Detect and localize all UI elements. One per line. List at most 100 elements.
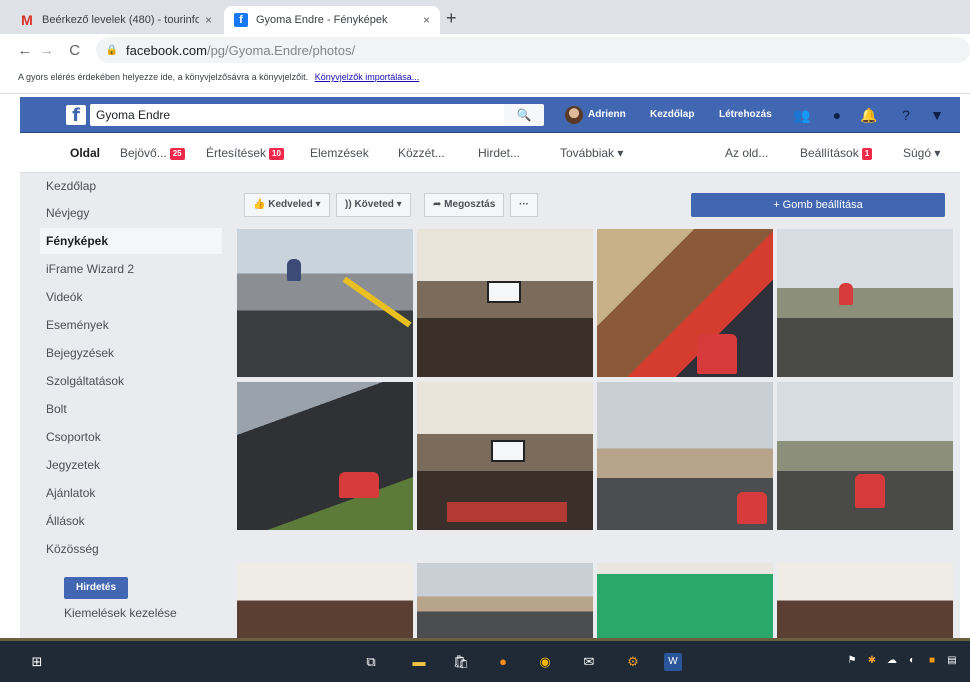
photo-green-tshirts[interactable] — [597, 563, 773, 638]
sidebar-item-photos[interactable]: Fényképek — [40, 228, 222, 254]
notifications-bell-icon[interactable]: 🔔 — [860, 106, 878, 124]
tab-page[interactable]: Oldal — [70, 133, 100, 173]
photo-road-cyclists[interactable] — [237, 382, 413, 530]
tab-ads[interactable]: Hirdet... — [478, 133, 520, 173]
follow-button[interactable]: )) Követed ▾ — [336, 193, 411, 217]
url-input[interactable]: 🔒 facebook.com /pg/Gyoma.Endre/photos/ — [95, 37, 970, 63]
photo-hall-event[interactable] — [237, 563, 413, 638]
back-arrow-icon[interactable]: ← — [14, 42, 36, 59]
photo-figure — [287, 259, 301, 281]
friends-icon[interactable]: 👥 — [793, 106, 811, 124]
account-menu-chevron-icon[interactable]: ▼ — [928, 106, 946, 124]
settings-icon[interactable]: ⚙ — [624, 653, 642, 671]
share-button[interactable]: ➦ Megosztás — [424, 193, 505, 217]
facebook-icon: f — [234, 13, 248, 27]
tab-publishing[interactable]: Közzét... — [398, 133, 445, 173]
photo-art-workshop[interactable] — [597, 229, 773, 377]
messenger-icon[interactable]: ● — [828, 106, 846, 124]
address-bar-row: ← → C 🔒 facebook.com /pg/Gyoma.Endre/pho… — [0, 34, 970, 66]
help-icon[interactable]: ? — [897, 106, 915, 124]
sidebar-item-posts[interactable]: Bejegyzések — [40, 340, 222, 366]
add-button-cta[interactable]: + Gomb beállítása — [691, 193, 945, 217]
gmail-icon: M — [21, 12, 33, 28]
facebook-logo-icon[interactable]: f — [66, 105, 86, 126]
word-icon[interactable]: W — [664, 653, 682, 671]
photo-lecture-hall[interactable] — [417, 229, 593, 377]
facebook-header: f Gyoma Endre 🔍 Adrienn Kezdőlap Létreho… — [20, 97, 960, 133]
close-tab-icon[interactable]: × — [205, 13, 212, 27]
forward-arrow-icon[interactable]: → — [36, 42, 58, 59]
photo-hall-audience[interactable] — [417, 382, 593, 530]
tray-cloud-icon[interactable]: ☁ — [886, 655, 898, 667]
photo-figure — [737, 492, 767, 524]
url-host: facebook.com — [126, 42, 207, 58]
like-button[interactable]: 👍 Kedveled ▾ — [244, 193, 330, 217]
profile-link[interactable]: Adrienn — [588, 97, 626, 133]
tab-more[interactable]: Továbbiak ▾ — [560, 133, 623, 173]
browser-tab-strip: M Beérkező levelek (480) - tourinfo × f … — [0, 0, 970, 34]
url-path: /pg/Gyoma.Endre/photos/ — [206, 42, 356, 58]
photo-chairs — [447, 502, 567, 522]
tray-app-icon[interactable]: ✱ — [866, 655, 878, 667]
tab-notifications[interactable]: Értesítések 10 — [206, 133, 284, 173]
search-icon[interactable]: 🔍 — [504, 104, 544, 126]
photo-bike-path[interactable] — [777, 229, 953, 377]
reload-icon[interactable]: C — [64, 42, 86, 59]
sidebar-item-services[interactable]: Szolgáltatások — [40, 368, 222, 394]
tab-title: Beérkező levelek (480) - tourinfo — [42, 14, 199, 26]
tab-inbox[interactable]: Bejövő... 25 — [120, 133, 185, 173]
sidebar-item-home[interactable]: Kezdőlap — [40, 173, 222, 199]
tab-facebook[interactable]: f Gyoma Endre - Fényképek × — [224, 6, 440, 34]
photo-street-kids[interactable] — [237, 229, 413, 377]
tab-settings[interactable]: Beállítások 1 — [800, 133, 873, 173]
sidebar-item-shop[interactable]: Bolt — [40, 396, 222, 422]
sidebar-item-about[interactable]: Névjegy — [40, 200, 222, 226]
sidebar-item-events[interactable]: Események — [40, 312, 222, 338]
tray-network-icon[interactable]: ⚑ — [846, 655, 858, 667]
lock-icon: 🔒 — [105, 44, 119, 56]
tab-insights[interactable]: Elemzések — [310, 133, 369, 173]
more-options-button[interactable]: ··· — [510, 193, 538, 217]
share-arrow-icon: ➦ — [433, 199, 442, 210]
tab-help[interactable]: Súgó ▾ — [903, 133, 940, 173]
chrome-icon[interactable]: ◉ — [536, 653, 554, 671]
store-icon[interactable]: 🛍 — [452, 653, 470, 671]
tray-notification-icon[interactable]: ▤ — [946, 655, 958, 667]
sidebar-item-notes[interactable]: Jegyzetek — [40, 452, 222, 478]
avatar[interactable] — [565, 106, 583, 124]
page-subnav: Oldal Bejövő... 25 Értesítések 10 Elemzése… — [20, 133, 960, 173]
sidebar-item-offers[interactable]: Ajánlatok — [40, 480, 222, 506]
create-link[interactable]: Létrehozás — [719, 97, 772, 133]
close-tab-icon[interactable]: × — [423, 13, 430, 27]
windows-start-icon[interactable]: ⊞ — [28, 653, 46, 671]
task-view-icon[interactable]: ⧉ — [362, 653, 380, 671]
settings-badge: 1 — [861, 147, 873, 160]
promote-button[interactable]: Hirdetés — [64, 577, 128, 599]
sidebar-item-jobs[interactable]: Állások — [40, 508, 222, 534]
photo-bike-lane[interactable] — [777, 382, 953, 530]
import-bookmarks-link[interactable]: Könyvjelzők importálása... — [315, 72, 420, 82]
tab-gmail[interactable]: M Beérkező levelek (480) - tourinfo × — [10, 6, 222, 34]
home-link[interactable]: Kezdőlap — [650, 97, 694, 133]
manage-promotions-link[interactable]: Kiemelések kezelése — [64, 606, 177, 620]
photo-screen — [487, 281, 521, 303]
photo-street-school[interactable] — [597, 382, 773, 530]
sidebar-item-community[interactable]: Közösség — [40, 536, 222, 562]
sidebar-item-groups[interactable]: Csoportok — [40, 424, 222, 450]
mail-icon[interactable]: ✉ — [580, 653, 598, 671]
tab-title: Gyoma Endre - Fényképek — [256, 14, 388, 26]
tray-office-icon[interactable]: ■ — [926, 655, 938, 667]
sidebar-item-videos[interactable]: Videók — [40, 284, 222, 310]
windows-taskbar: ⊞ ⧉ ▬ 🛍 ● ◉ ✉ ⚙ W ⚑ ✱ ☁ ◐ ■ ▤ — [0, 638, 970, 682]
photo-figure — [339, 472, 379, 498]
new-tab-button[interactable]: + — [446, 8, 457, 29]
photo-room-window[interactable] — [777, 563, 953, 638]
search-input[interactable]: Gyoma Endre — [90, 104, 504, 126]
file-explorer-icon[interactable]: ▬ — [410, 653, 428, 671]
firefox-icon[interactable]: ● — [494, 653, 512, 671]
thumbs-up-icon: 👍 — [253, 199, 266, 210]
tab-page-view[interactable]: Az old... — [725, 133, 768, 173]
tray-volume-icon[interactable]: ◐ — [906, 655, 918, 667]
sidebar-item-iframe-wizard[interactable]: iFrame Wizard 2 — [40, 256, 222, 282]
photo-town-street[interactable] — [417, 563, 593, 638]
